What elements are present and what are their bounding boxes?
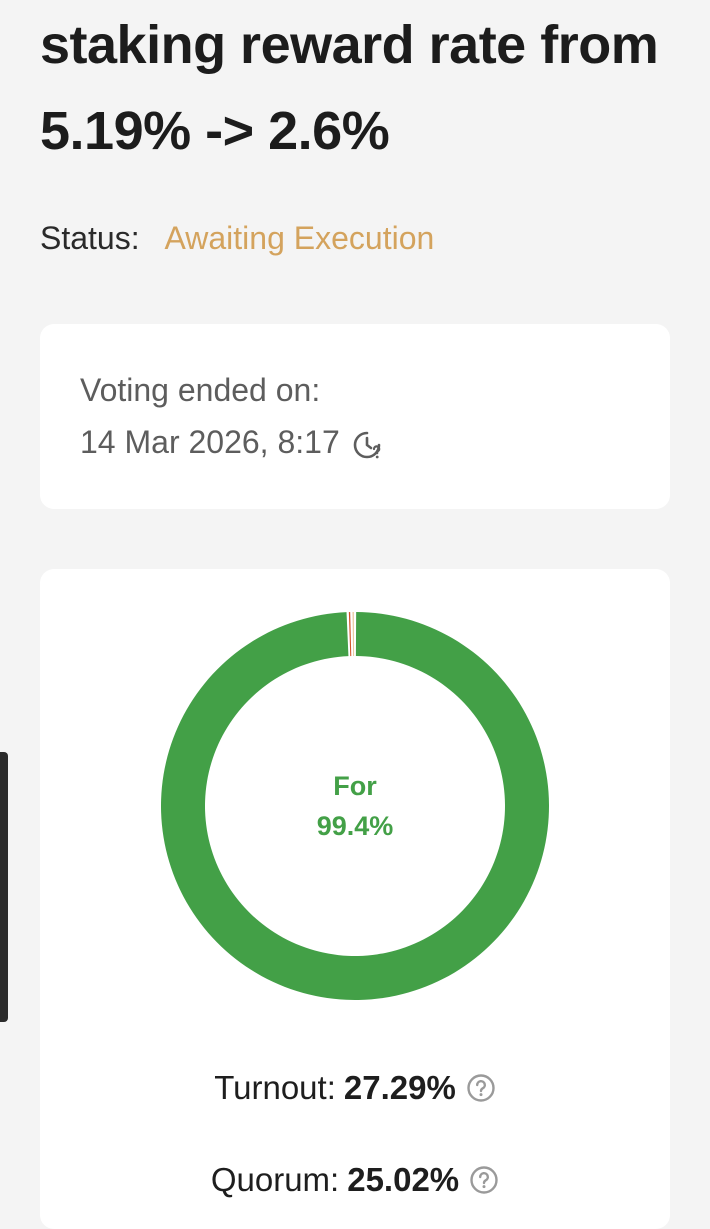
status-value: Awaiting Execution: [164, 220, 435, 256]
status-label: Status:: [40, 220, 140, 256]
clock-question-icon[interactable]: [352, 427, 382, 459]
turnout-value: 27.29%: [343, 1069, 456, 1106]
turnout-row: Turnout: 27.29%: [40, 1066, 670, 1110]
proposal-title: staking reward rate from 5.19% -> 2.6%: [40, 15, 659, 161]
quorum-row: Quorum: 25.02%: [40, 1158, 670, 1202]
voting-date-row: 14 Mar 2026, 8:17: [80, 420, 382, 464]
status-row: Status: Awaiting Execution: [40, 216, 434, 260]
voting-ended-label: Voting ended on:: [80, 372, 321, 408]
voting-card: [40, 324, 670, 509]
quorum-help-icon[interactable]: [469, 1162, 499, 1194]
donut-center-label: For: [333, 771, 377, 801]
donut-center: For 99.4%: [161, 612, 549, 1000]
vote-donut-chart: For 99.4%: [161, 612, 549, 1000]
donut-center-value: 99.4%: [316, 811, 394, 841]
quorum-value: 25.02%: [347, 1161, 460, 1198]
scroll-handle[interactable]: [0, 752, 8, 1022]
quorum-label: Quorum:: [210, 1161, 340, 1198]
turnout-help-icon[interactable]: [466, 1070, 496, 1102]
voting-end-date: 14 Mar 2026, 8:17: [80, 424, 340, 460]
turnout-label: Turnout:: [214, 1069, 336, 1106]
